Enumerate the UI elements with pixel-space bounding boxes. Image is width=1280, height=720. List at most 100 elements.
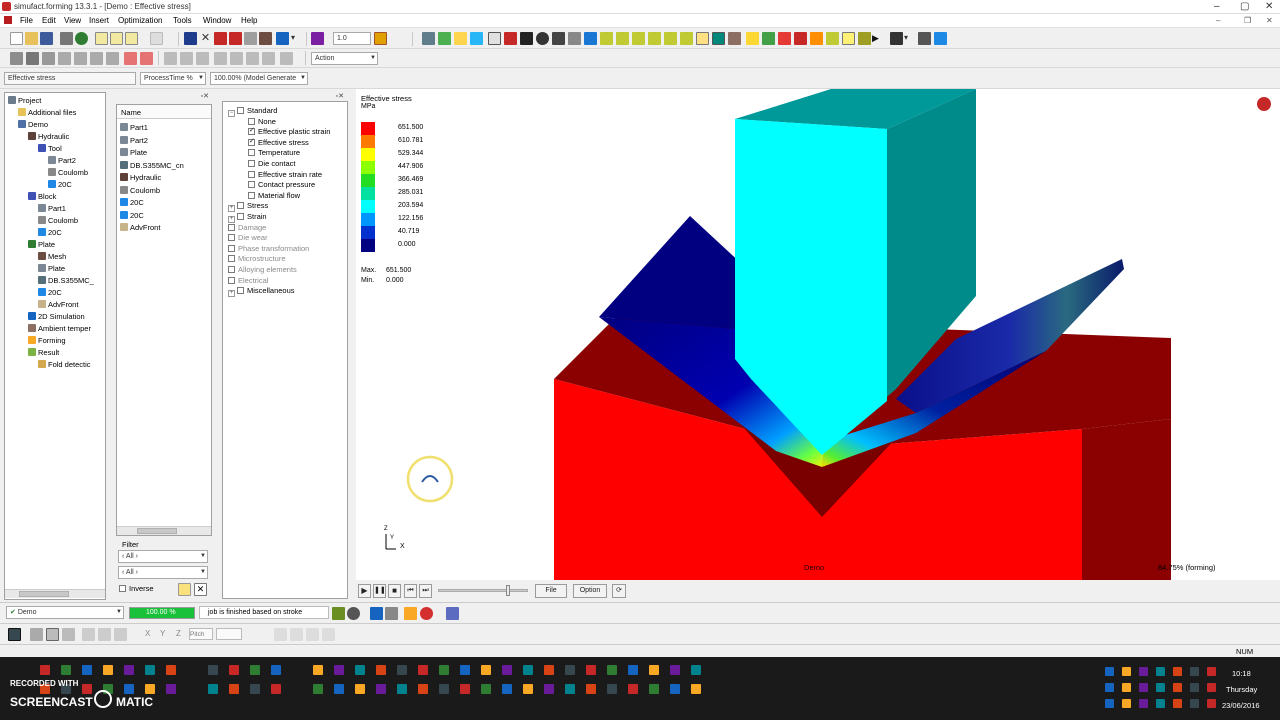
tray-icon[interactable] [1105, 667, 1114, 676]
arrow-select-icon[interactable] [858, 32, 871, 45]
table-icon[interactable] [244, 32, 257, 45]
tray-icon[interactable] [1190, 699, 1199, 708]
checkbox[interactable] [228, 276, 235, 284]
tree-item[interactable]: AdvFront [38, 300, 78, 309]
app-launcher-icon[interactable] [355, 684, 365, 694]
tree-item[interactable]: Ambient temper [28, 324, 91, 333]
front-view-icon[interactable] [664, 32, 677, 45]
app-launcher-icon[interactable] [670, 684, 680, 694]
app-launcher-icon[interactable] [103, 665, 113, 675]
result-tree-item[interactable]: Microstructure [228, 254, 286, 263]
list-item[interactable]: 20C [120, 198, 144, 207]
checkbox[interactable] [228, 266, 235, 273]
app-launcher-icon[interactable] [250, 684, 260, 694]
app-launcher-icon[interactable] [481, 684, 491, 694]
app-launcher-icon[interactable] [523, 665, 533, 675]
mdi-minimize-button[interactable]: – [1216, 16, 1220, 25]
clock-time[interactable]: 10:18 [1232, 669, 1251, 678]
result-tree-item[interactable]: Material flow [248, 191, 300, 200]
reset-transform-icon[interactable] [322, 628, 335, 641]
list-item[interactable]: Hydraulic [120, 173, 161, 182]
note-icon[interactable] [842, 32, 855, 45]
checkbox[interactable] [228, 255, 235, 263]
sync-icon[interactable] [370, 607, 383, 620]
screenshot-icon[interactable] [934, 32, 947, 45]
checkbox[interactable] [248, 126, 255, 136]
app-launcher-icon[interactable] [124, 684, 134, 694]
menu-edit[interactable]: Edit [42, 16, 56, 25]
app-launcher-icon[interactable] [271, 665, 281, 675]
catalog-header[interactable]: Name [121, 108, 141, 117]
tree-item[interactable]: Plate [38, 264, 65, 273]
panel-close-icon[interactable]: ▫✕ [201, 92, 209, 100]
app-launcher-icon[interactable] [229, 684, 239, 694]
globe-icon[interactable] [75, 32, 88, 45]
keyboard-icon[interactable] [8, 628, 21, 641]
pitch-input[interactable] [189, 628, 213, 640]
checkbox[interactable] [237, 287, 244, 295]
tree-item[interactable]: 20C [48, 180, 72, 189]
grid-icon[interactable] [438, 32, 451, 45]
app-launcher-icon[interactable] [229, 665, 239, 675]
print-icon[interactable] [60, 32, 73, 45]
process-combo[interactable]: ✔ Demo ▼ [6, 606, 124, 619]
chevron-down-icon[interactable]: ▾ [904, 32, 917, 45]
axis-x-icon[interactable] [600, 32, 613, 45]
delete-icon[interactable]: ✕ [199, 32, 212, 45]
transform-icon[interactable] [274, 628, 287, 641]
mdi-close-button[interactable]: ✕ [1266, 16, 1273, 25]
tray-icon[interactable] [1139, 683, 1148, 692]
side-view-icon[interactable] [680, 32, 693, 45]
pan-icon[interactable] [520, 32, 533, 45]
tree-item[interactable]: 20C [38, 228, 62, 237]
point-icon[interactable] [746, 32, 759, 45]
option-button[interactable]: Option [573, 584, 607, 598]
stop-circle-icon[interactable] [347, 607, 360, 620]
align-icon[interactable] [164, 52, 177, 65]
checkbox[interactable] [237, 202, 244, 210]
tray-icon[interactable] [1173, 667, 1182, 676]
app-launcher-icon[interactable] [82, 684, 92, 694]
tree-item[interactable]: Demo [18, 120, 48, 129]
result-tree-item[interactable]: Die wear [228, 233, 268, 242]
result-tree-item[interactable]: + Strain [228, 212, 267, 223]
zoom-icon[interactable] [552, 32, 565, 45]
probe-icon[interactable] [568, 32, 581, 45]
save-icon[interactable] [40, 32, 53, 45]
time-combo[interactable]: ProcessTime % ▼ [140, 72, 206, 85]
tree-item[interactable]: Block [28, 192, 56, 201]
record-icon[interactable] [890, 32, 903, 45]
app-launcher-icon[interactable] [460, 684, 470, 694]
checkbox[interactable] [228, 223, 235, 231]
app-launcher-icon[interactable] [649, 665, 659, 675]
tree-item[interactable]: Mesh [38, 252, 66, 261]
tray-icon[interactable] [1156, 667, 1165, 676]
app-launcher-icon[interactable] [334, 684, 344, 694]
pin-icon[interactable] [778, 32, 791, 45]
tree-item[interactable]: Additional files [18, 108, 76, 117]
app-launcher-icon[interactable] [418, 684, 428, 694]
path-icon[interactable] [762, 32, 775, 45]
rotate-tool-icon[interactable] [98, 628, 111, 641]
camera-icon[interactable] [728, 32, 741, 45]
app-launcher-icon[interactable] [544, 665, 554, 675]
result-tree-item[interactable]: + Stress [228, 201, 268, 213]
tray-icon[interactable] [1173, 683, 1182, 692]
app-launcher-icon[interactable] [607, 665, 617, 675]
list-item[interactable]: DB.S355MC_cn [120, 160, 184, 170]
app-launcher-icon[interactable] [586, 684, 596, 694]
tray-icon[interactable] [1122, 667, 1131, 676]
pitch-value-input[interactable] [216, 628, 242, 640]
app-launcher-icon[interactable] [208, 665, 218, 675]
highlight-icon[interactable] [374, 32, 387, 45]
tray-icon[interactable] [1105, 683, 1114, 692]
no-entry-icon[interactable] [140, 52, 153, 65]
mirror-icon[interactable] [196, 52, 209, 65]
app-launcher-icon[interactable] [166, 684, 176, 694]
close-button[interactable]: ✕ [1265, 1, 1273, 12]
timeline-slider[interactable] [438, 589, 528, 592]
tray-icon[interactable] [1156, 699, 1165, 708]
checkbox[interactable] [237, 213, 244, 220]
app-launcher-icon[interactable] [691, 665, 701, 675]
mesh-view-icon[interactable] [712, 32, 725, 45]
